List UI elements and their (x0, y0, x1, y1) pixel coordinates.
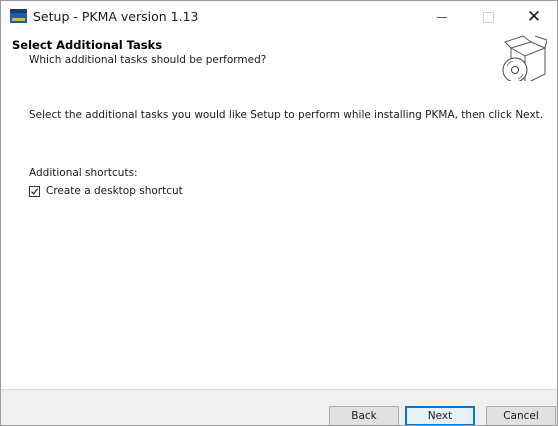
page-title: Select Additional Tasks (12, 38, 163, 52)
additional-shortcuts-label: Additional shortcuts: (29, 167, 138, 179)
installer-app-icon (10, 9, 27, 23)
maximize-icon (482, 11, 494, 23)
wizard-footer: Back Next Cancel (1, 389, 557, 425)
page-subtitle: Which additional tasks should be perform… (29, 54, 267, 66)
next-button[interactable]: Next (405, 406, 475, 425)
minimize-icon (437, 16, 447, 18)
wizard-content: Select the additional tasks you would li… (1, 81, 557, 389)
instruction-text: Select the additional tasks you would li… (29, 109, 544, 121)
title-bar[interactable]: Setup - PKMA version 1.13 ✕ (1, 1, 557, 33)
desktop-shortcut-checkbox[interactable] (29, 185, 40, 197)
window-title: Setup - PKMA version 1.13 (33, 9, 199, 24)
back-button[interactable]: Back (329, 406, 399, 425)
desktop-shortcut-label[interactable]: Create a desktop shortcut (46, 185, 183, 197)
wizard-header: Select Additional Tasks Which additional… (1, 33, 557, 85)
close-button[interactable]: ✕ (511, 1, 557, 33)
cancel-button[interactable]: Cancel (486, 406, 556, 425)
close-icon: ✕ (526, 7, 542, 27)
task-desktop-shortcut[interactable]: Create a desktop shortcut (29, 185, 183, 197)
minimize-button[interactable] (419, 1, 465, 33)
setup-window: Setup - PKMA version 1.13 ✕ Select Addit… (0, 0, 558, 426)
checkmark-icon (31, 187, 39, 195)
maximize-button[interactable] (465, 1, 511, 33)
